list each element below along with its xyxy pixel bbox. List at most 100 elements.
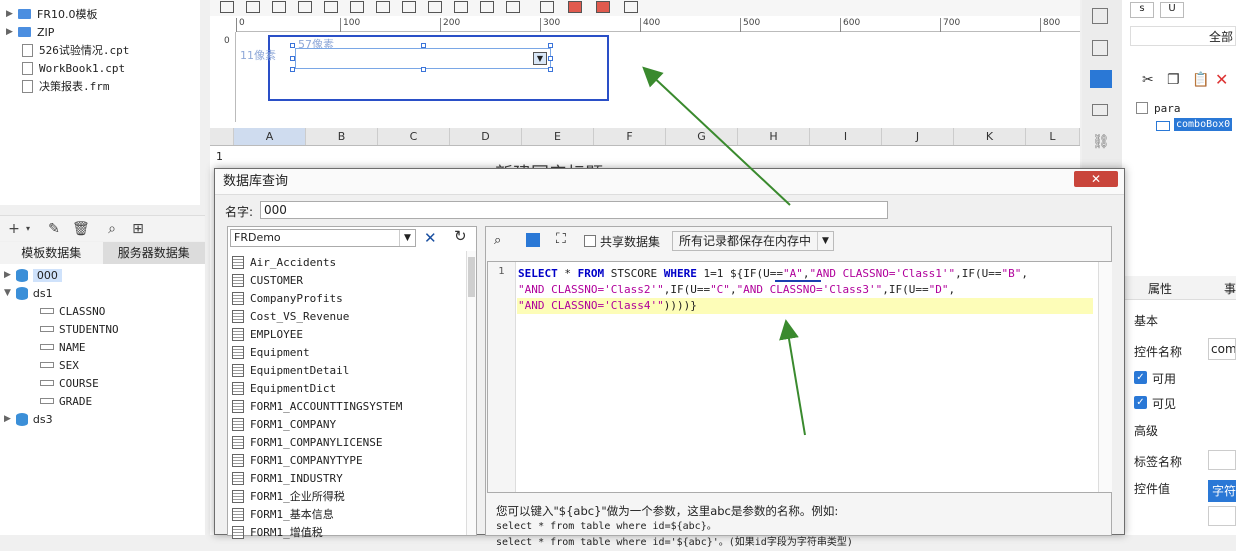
- widget-tree-icon[interactable]: [454, 1, 468, 13]
- table-item[interactable]: Equipment: [232, 343, 310, 361]
- widget-settings-icon[interactable]: [1090, 70, 1112, 88]
- table-item[interactable]: EquipmentDict: [232, 379, 336, 397]
- resize-handle[interactable]: [290, 43, 295, 48]
- underline-button[interactable]: U: [1160, 2, 1184, 18]
- condition-icon[interactable]: [1092, 104, 1108, 116]
- row-header[interactable]: 1: [216, 150, 223, 163]
- name-input[interactable]: 000: [260, 201, 888, 219]
- more-widgets-icon[interactable]: [624, 1, 638, 13]
- sql-editor[interactable]: 1 SELECT * FROM STSCORE WHERE 1=1 ${IF(U…: [487, 261, 1112, 493]
- field-item[interactable]: COURSE: [40, 374, 99, 392]
- resize-handle[interactable]: [290, 67, 295, 72]
- resize-handle[interactable]: [421, 67, 426, 72]
- table-item[interactable]: CompanyProfits: [232, 289, 343, 307]
- table-item[interactable]: FORM1_ACCOUNTTINGSYSTEM: [232, 397, 402, 415]
- corner-cell[interactable]: [210, 128, 234, 145]
- tree-item-file[interactable]: WorkBook1.cpt: [0, 59, 125, 77]
- column-header[interactable]: J: [882, 128, 954, 145]
- resize-handle[interactable]: [548, 56, 553, 61]
- export-icon[interactable]: ⊞: [130, 221, 146, 237]
- tree-item-file[interactable]: 决策报表.frm: [0, 77, 110, 95]
- refresh-icon[interactable]: ↻: [454, 227, 467, 245]
- widget-name-input[interactable]: com: [1208, 338, 1236, 360]
- table-item[interactable]: FORM1_INDUSTRY: [232, 469, 343, 487]
- widget-date-icon[interactable]: [324, 1, 338, 13]
- expand-arrow-icon[interactable]: ▶: [6, 9, 16, 19]
- expand-arrow-icon[interactable]: ▶: [4, 414, 11, 424]
- widget-button-icon[interactable]: [272, 1, 286, 13]
- widget-radio-icon[interactable]: [402, 1, 416, 13]
- dataset-item-ds1[interactable]: ▼ ds1: [4, 284, 53, 302]
- column-header[interactable]: H: [738, 128, 810, 145]
- widget-tree-combo-icon[interactable]: [540, 1, 554, 13]
- field-item[interactable]: GRADE: [40, 392, 92, 410]
- column-header[interactable]: L: [1026, 128, 1080, 145]
- tab-server-dataset[interactable]: 服务器数据集: [102, 242, 205, 264]
- fullscreen-icon[interactable]: ⛶: [556, 231, 566, 247]
- shared-dataset-checkbox[interactable]: [584, 235, 596, 247]
- column-header[interactable]: C: [378, 128, 450, 145]
- widget-query-icon[interactable]: [596, 1, 610, 13]
- column-header[interactable]: D: [450, 128, 522, 145]
- visible-checkbox[interactable]: ✓: [1134, 396, 1147, 409]
- link-icon[interactable]: ⛓: [1092, 134, 1110, 150]
- field-item[interactable]: STUDENTNO: [40, 320, 119, 338]
- paste-icon[interactable]: 📋: [1192, 72, 1209, 88]
- column-header[interactable]: I: [810, 128, 882, 145]
- all-selector[interactable]: 全部: [1130, 26, 1236, 46]
- table-item[interactable]: EMPLOYEE: [232, 325, 303, 343]
- scrollbar[interactable]: [466, 251, 476, 535]
- tree-item-folder[interactable]: ▶ FR10.0模板: [0, 5, 97, 23]
- widget-list-icon[interactable]: [506, 1, 520, 13]
- table-item[interactable]: FORM1_COMPANY: [232, 415, 336, 433]
- enabled-checkbox[interactable]: ✓: [1134, 371, 1147, 384]
- copy-icon[interactable]: ❐: [1167, 72, 1180, 88]
- widget-password-icon[interactable]: [480, 1, 494, 13]
- table-item[interactable]: FORM1_COMPANYTYPE: [232, 451, 363, 469]
- tab-template-dataset[interactable]: 模板数据集: [0, 242, 103, 264]
- column-header[interactable]: F: [594, 128, 666, 145]
- edit-icon[interactable]: ✎: [46, 221, 62, 237]
- frame-icon[interactable]: [1092, 40, 1108, 56]
- field-item[interactable]: SEX: [40, 356, 79, 374]
- widget-textarea-icon[interactable]: [376, 1, 390, 13]
- combobox-widget[interactable]: ▼: [295, 48, 551, 69]
- connection-select[interactable]: FRDemo ▼: [230, 229, 416, 247]
- dataset-item-000[interactable]: ▶ 000: [4, 266, 62, 284]
- expand-arrow-icon[interactable]: ▶: [4, 270, 11, 280]
- widget-tree-child[interactable]: comboBox0: [1174, 118, 1233, 131]
- widget-text-icon[interactable]: [246, 1, 260, 13]
- column-header[interactable]: E: [522, 128, 594, 145]
- widget-upload-icon[interactable]: [568, 1, 582, 13]
- table-item[interactable]: FORM1_基本信息: [232, 505, 334, 523]
- editor-scrollbar[interactable]: [1098, 262, 1112, 492]
- table-item[interactable]: FORM1_企业所得税: [232, 487, 345, 505]
- cell-attr-icon[interactable]: [1092, 8, 1108, 24]
- chevron-down-icon[interactable]: ▼: [399, 230, 415, 246]
- widget-value-input[interactable]: [1208, 506, 1236, 526]
- strike-button[interactable]: s: [1130, 2, 1154, 18]
- widget-value-selector[interactable]: 字符: [1208, 480, 1236, 502]
- tree-item-folder[interactable]: ▶ ZIP: [0, 23, 54, 41]
- column-header[interactable]: G: [666, 128, 738, 145]
- widget-checkbox-icon[interactable]: [428, 1, 442, 13]
- field-item[interactable]: CLASSNO: [40, 302, 105, 320]
- cut-icon[interactable]: ✂: [1142, 72, 1154, 88]
- field-item[interactable]: NAME: [40, 338, 86, 356]
- resize-handle[interactable]: [290, 56, 295, 61]
- expand-arrow-icon[interactable]: ▶: [6, 27, 16, 37]
- column-header[interactable]: B: [306, 128, 378, 145]
- widget-tree-root[interactable]: para: [1154, 102, 1181, 115]
- table-item[interactable]: FORM1_增值税: [232, 523, 323, 541]
- resize-handle[interactable]: [421, 43, 426, 48]
- column-header[interactable]: K: [954, 128, 1026, 145]
- preview-icon[interactable]: ⌕: [494, 233, 501, 248]
- table-item[interactable]: Air_Accidents: [232, 253, 336, 271]
- table-item[interactable]: Cost_VS_Revenue: [232, 307, 349, 325]
- delete-icon[interactable]: ✕: [1215, 70, 1228, 89]
- dataset-item-ds3[interactable]: ▶ ds3: [4, 410, 53, 428]
- preview-icon[interactable]: ⌕: [104, 221, 120, 237]
- resize-handle[interactable]: [548, 43, 553, 48]
- chevron-down-icon[interactable]: ▼: [817, 232, 833, 250]
- column-header[interactable]: A: [234, 128, 306, 145]
